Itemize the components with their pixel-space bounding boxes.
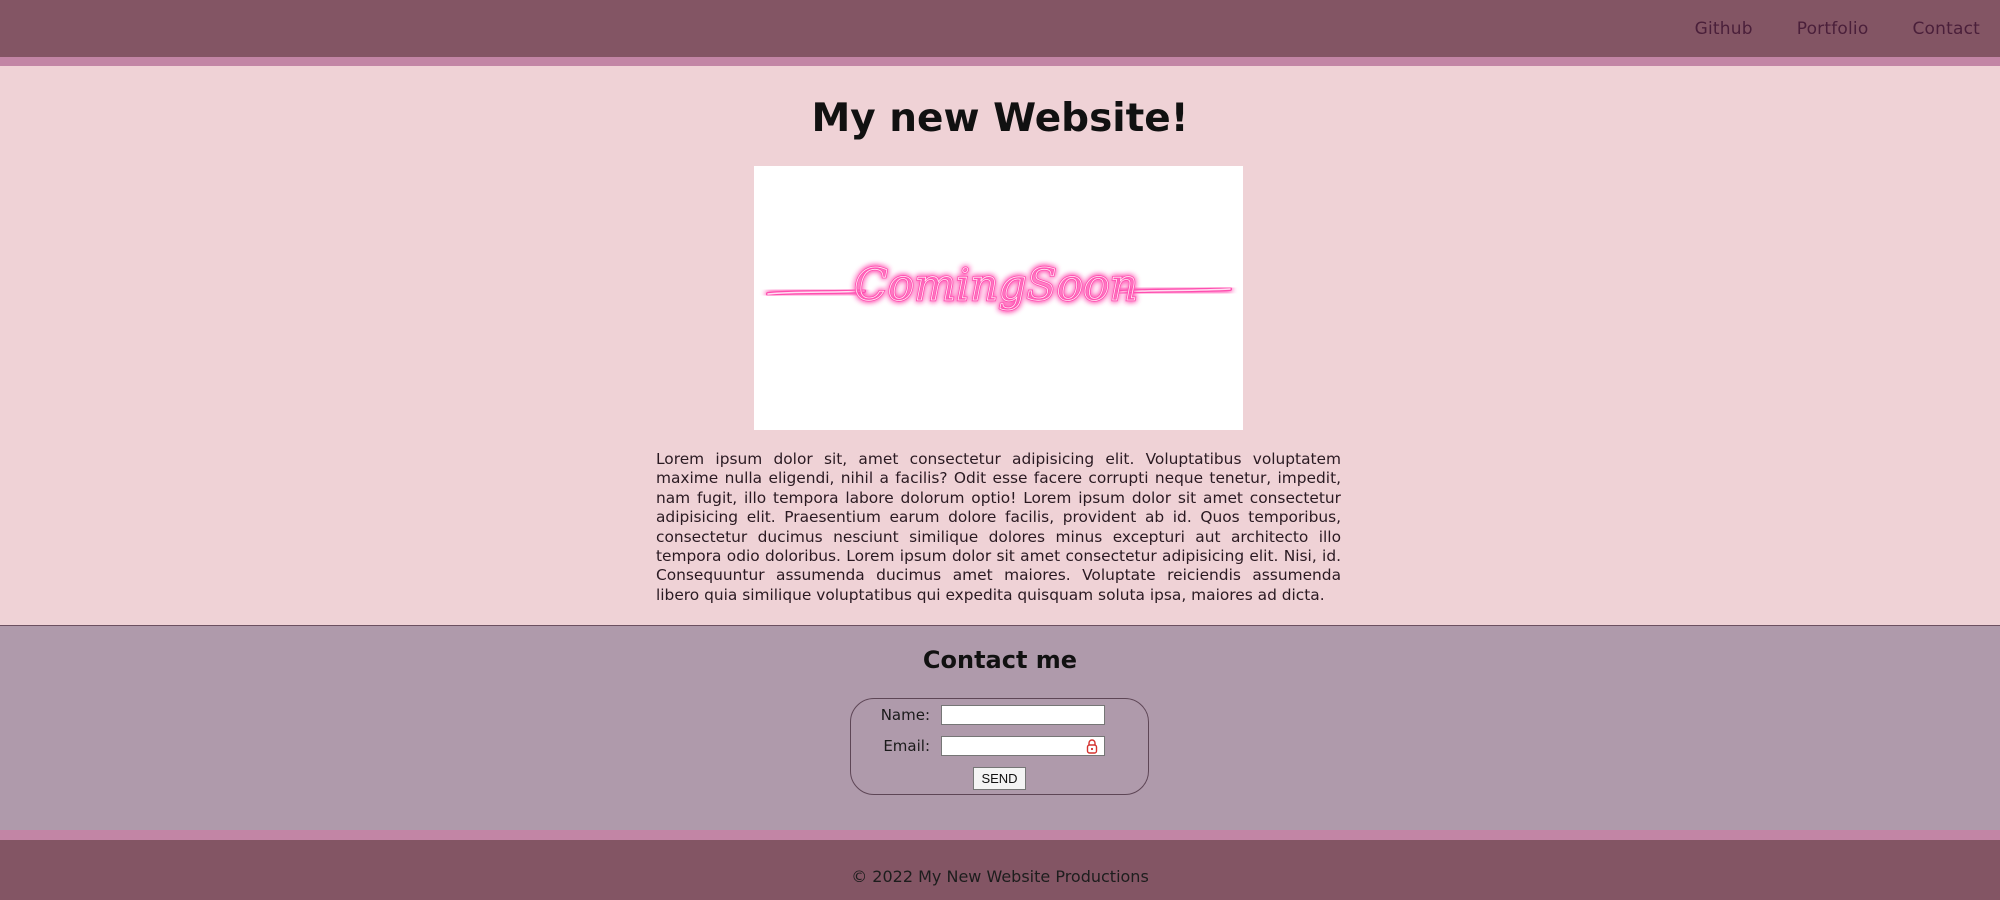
contact-form: Name: Email: SEND (850, 698, 1149, 795)
intro-paragraph: Lorem ipsum dolor sit, amet consectetur … (656, 450, 1341, 604)
coming-soon-image: ComingSoon ComingSoon (754, 166, 1243, 430)
send-button[interactable]: SEND (973, 767, 1026, 790)
page-title: My new Website! (811, 96, 1189, 141)
nav-link-portfolio[interactable]: Portfolio (1797, 19, 1869, 39)
name-row: Name: (851, 705, 1148, 727)
name-label: Name: (880, 706, 930, 724)
nav-link-contact[interactable]: Contact (1912, 19, 1980, 39)
site-footer: © 2022 My New Website Productions (0, 840, 2000, 900)
email-row: Email: (851, 736, 1148, 758)
email-label: Email: (883, 737, 930, 755)
header-accent-stripe (0, 57, 2000, 66)
site-header: Github Portfolio Contact (0, 0, 2000, 57)
nav-link-github[interactable]: Github (1695, 19, 1753, 39)
coming-soon-neon-graphic: ComingSoon ComingSoon (766, 259, 1232, 312)
top-nav: Github Portfolio Contact (1695, 19, 1980, 39)
contact-title: Contact me (922, 646, 1078, 674)
name-input[interactable] (941, 705, 1105, 725)
footer-accent-stripe (0, 830, 2000, 840)
password-manager-lock-icon[interactable] (1085, 739, 1099, 754)
contact-section: Contact me Name: Email: SEND (0, 625, 2000, 830)
footer-copyright: © 2022 My New Website Productions (851, 867, 1149, 886)
main-content: My new Website! ComingSoon ComingSoon Lo… (0, 66, 2000, 625)
email-input[interactable] (941, 736, 1105, 756)
coming-soon-text-highlight: ComingSoon (854, 260, 1138, 311)
